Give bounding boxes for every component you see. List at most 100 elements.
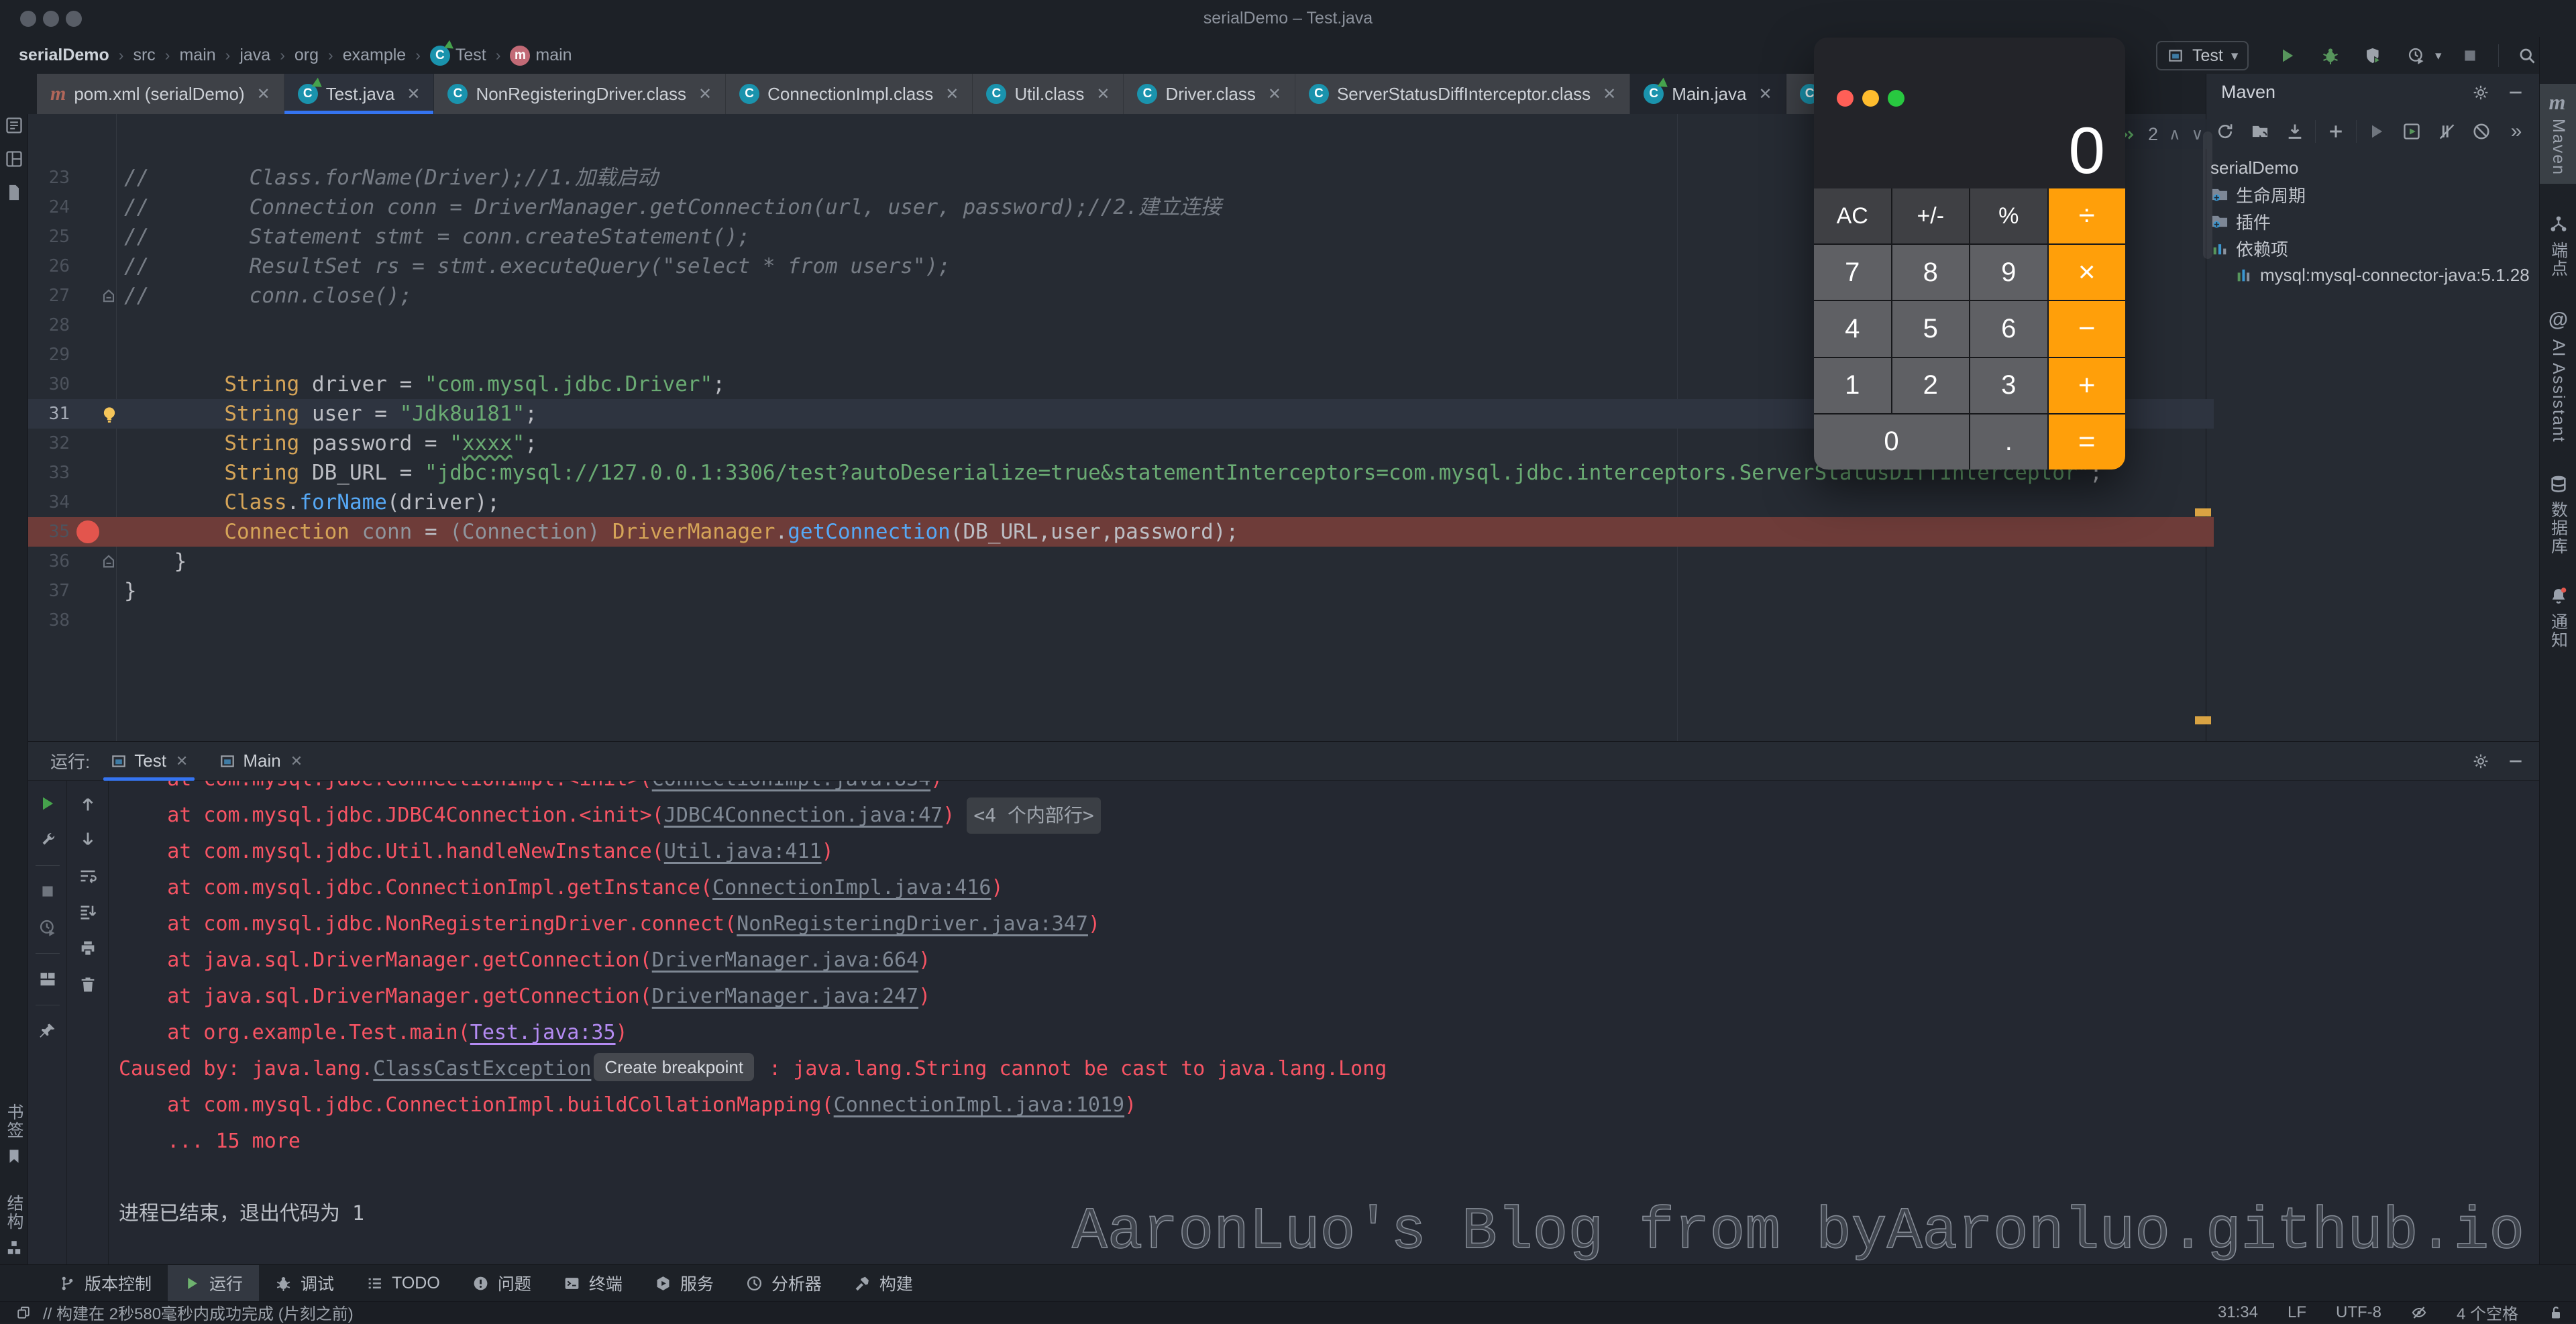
search-everywhere-button[interactable] (2512, 41, 2542, 70)
maven-tool-button[interactable]: mMaven (2540, 84, 2576, 184)
skip-tests-button[interactable] (2432, 117, 2461, 146)
reimport-button[interactable] (2210, 117, 2240, 146)
breadcrumb-item[interactable]: CTest (430, 46, 486, 66)
up-stacktrace-button[interactable] (73, 789, 103, 818)
line-number[interactable]: 25 (28, 222, 70, 252)
stack-frame-link[interactable]: Util.java:411 (664, 840, 822, 863)
down-stacktrace-button[interactable] (73, 825, 103, 854)
line-number[interactable]: 38 (28, 606, 70, 635)
calc-key-AC[interactable]: AC (1814, 188, 1891, 243)
close-tab-icon[interactable]: ✕ (290, 753, 303, 770)
breadcrumb-item[interactable]: src (133, 46, 155, 65)
stack-frame-link[interactable]: ConnectionImpl.java:416 (712, 876, 991, 899)
line-number[interactable]: 27 (28, 281, 70, 311)
maven-tree-item[interactable]: serialDemo (2206, 154, 2539, 181)
file-tool-button[interactable] (0, 176, 29, 205)
run-configuration-select[interactable]: Test ▾ (2156, 41, 2249, 70)
breakpoint-icon[interactable] (76, 520, 99, 543)
run-task-button[interactable] (2362, 117, 2392, 146)
stack-frame-link[interactable]: JDBC4Connection.java:47 (664, 804, 943, 827)
gear-icon[interactable] (2472, 753, 2489, 770)
ai-assistant-tool-button[interactable]: @AI Assistant (2539, 309, 2576, 443)
hide-panel-icon[interactable] (2507, 753, 2524, 770)
calc-key-9[interactable]: 9 (1970, 245, 2047, 300)
add-maven-project-button[interactable] (2321, 117, 2351, 146)
editor-tab[interactable]: CConnectionImpl.class✕ (726, 74, 973, 114)
editor-tab[interactable]: CNonRegisteringDriver.class✕ (434, 74, 726, 114)
editor-line[interactable]: 35 Connection conn = (Connection) Driver… (28, 517, 2214, 547)
line-number[interactable]: 37 (28, 576, 70, 606)
project-tool-button[interactable] (0, 109, 29, 138)
zoom-window-icon[interactable] (1888, 90, 1904, 107)
execute-goal-button[interactable] (2397, 117, 2426, 146)
editor-line[interactable]: 37} (28, 576, 2214, 606)
maven-tree-item[interactable]: 依赖项 (2206, 235, 2539, 262)
stack-frame-link[interactable]: ConnectionImpl.java:834 (652, 781, 930, 791)
calc-key-+[interactable]: + (2049, 358, 2126, 413)
close-tab-icon[interactable]: ✕ (407, 85, 420, 104)
scroll-to-end-button[interactable] (73, 897, 103, 927)
stack-frame-link[interactable]: DriverManager.java:247 (652, 985, 918, 1008)
close-tab-icon[interactable]: ✕ (1268, 85, 1281, 104)
calculator-title-bar[interactable] (1814, 38, 2125, 78)
maven-tree-item[interactable]: 生命周期 (2206, 181, 2539, 208)
calc-key-2[interactable]: 2 (1892, 358, 1970, 413)
fold-marker-icon[interactable] (99, 552, 118, 571)
editor-tab[interactable]: CUtil.class✕ (973, 74, 1124, 114)
read-only-toggle[interactable] (2548, 1303, 2564, 1322)
restore-layout-button[interactable] (33, 964, 62, 994)
calc-key-5[interactable]: 5 (1892, 301, 1970, 356)
line-number[interactable]: 32 (28, 429, 70, 458)
stack-frame-link[interactable]: ClassCastException (373, 1057, 591, 1081)
close-tab-icon[interactable]: ✕ (176, 753, 188, 770)
close-tab-icon[interactable]: ✕ (698, 85, 712, 104)
services-tool-button[interactable]: 服务 (639, 1265, 730, 1302)
editor-line[interactable]: 38 (28, 606, 2214, 635)
create-breakpoint-chip[interactable]: Create breakpoint (594, 1053, 754, 1081)
editor-tab[interactable]: mpom.xml (serialDemo)✕ (37, 74, 284, 114)
next-problem-icon[interactable]: ∨ (2192, 125, 2204, 144)
breadcrumb-item[interactable]: org (294, 46, 319, 65)
coverage-button[interactable] (2359, 41, 2388, 70)
inspections-widget[interactable]: 2 ∧ ∨ (2113, 119, 2210, 149)
editor-tab[interactable]: CTest.java✕ (284, 74, 435, 114)
calc-key-%[interactable]: % (1970, 188, 2047, 243)
calc-key-1[interactable]: 1 (1814, 358, 1891, 413)
line-number[interactable]: 28 (28, 311, 70, 340)
notifications-tool-button[interactable]: 通知 (2534, 586, 2576, 649)
close-tab-icon[interactable]: ✕ (1096, 85, 1110, 104)
more-button[interactable]: » (2502, 117, 2531, 146)
intention-bulb-icon[interactable] (99, 404, 119, 425)
line-number[interactable]: 26 (28, 252, 70, 281)
problems-tool-button[interactable]: 问题 (456, 1265, 547, 1302)
line-number[interactable]: 30 (28, 370, 70, 399)
prev-problem-icon[interactable]: ∧ (2169, 125, 2181, 144)
close-tab-icon[interactable]: ✕ (1758, 85, 1772, 104)
soft-wrap-button[interactable] (73, 861, 103, 891)
editor-line[interactable]: 34 Class.forName(driver); (28, 488, 2214, 517)
warning-stripe-mark[interactable] (2195, 508, 2211, 516)
calc-key-3[interactable]: 3 (1970, 358, 2047, 413)
calc-key-4[interactable]: 4 (1814, 301, 1891, 356)
line-number[interactable]: 34 (28, 488, 70, 517)
run-button[interactable] (2273, 41, 2302, 70)
rerun-button[interactable] (33, 789, 62, 818)
indent-style[interactable]: 4 个空格 (2457, 1301, 2518, 1324)
close-window-icon[interactable] (1837, 90, 1854, 107)
editor-scrollbar[interactable] (2203, 131, 2212, 259)
editor-tab[interactable]: CDriver.class✕ (1124, 74, 1295, 114)
calc-key-8[interactable]: 8 (1892, 245, 1970, 300)
line-number[interactable]: 33 (28, 458, 70, 488)
console-output[interactable]: at com.mysql.jdbc.ConnectionImpl.<init>(… (119, 781, 2539, 1264)
edit-configuration-button[interactable] (33, 825, 62, 854)
hide-panel-icon[interactable] (2507, 84, 2524, 101)
editor-tab[interactable]: CMain.java✕ (1630, 74, 1786, 114)
breadcrumb-item[interactable]: java (239, 46, 270, 65)
offline-mode-button[interactable] (2467, 117, 2496, 146)
stack-frame-link[interactable]: NonRegisteringDriver.java:347 (737, 912, 1088, 936)
calc-key-−[interactable]: − (2049, 301, 2126, 356)
maven-tree-item[interactable]: 插件 (2206, 208, 2539, 235)
commit-tool-button[interactable] (0, 142, 29, 172)
line-number[interactable]: 36 (28, 547, 70, 576)
breadcrumb-item[interactable]: example (343, 46, 407, 65)
